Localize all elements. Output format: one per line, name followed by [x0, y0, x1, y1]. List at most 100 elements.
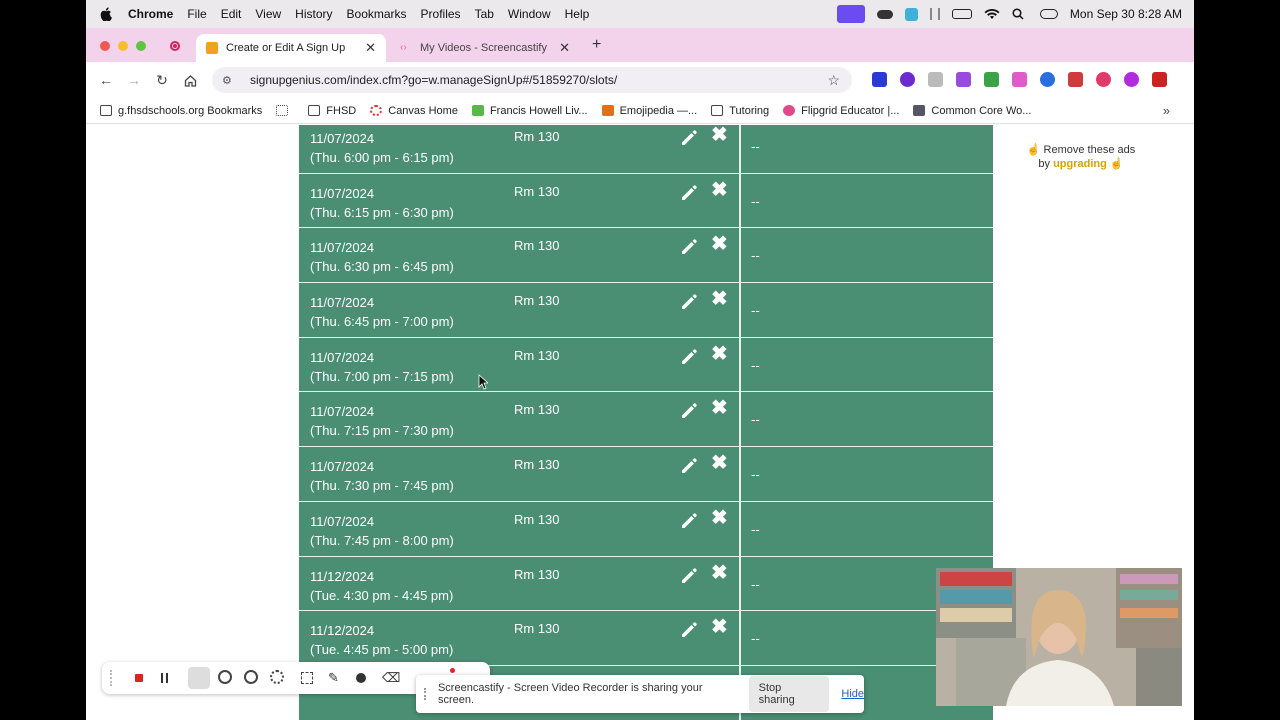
- extension-pen-icon[interactable]: [1068, 72, 1083, 87]
- edit-pencil-icon[interactable]: [679, 182, 699, 202]
- audio-levels-icon[interactable]: [929, 8, 940, 20]
- bookmark-flipgrid[interactable]: Flipgrid Educator |...: [783, 105, 899, 117]
- app-status-icon[interactable]: [904, 7, 918, 21]
- delete-x-icon[interactable]: ✖: [711, 289, 729, 309]
- menu-edit[interactable]: Edit: [221, 7, 242, 21]
- cursor-tool-icon[interactable]: [188, 667, 210, 689]
- pause-icon[interactable]: [161, 673, 168, 683]
- extension-target-icon[interactable]: [1040, 72, 1055, 87]
- tab-create-or-edit-signup[interactable]: Create or Edit A Sign Up ✕: [196, 34, 386, 62]
- new-tab-plus-icon[interactable]: +: [592, 36, 601, 54]
- bookmark-star-icon[interactable]: ☆: [827, 72, 840, 89]
- extension-c-icon[interactable]: [872, 72, 887, 87]
- search-icon[interactable]: [1012, 8, 1028, 20]
- focus-icon[interactable]: [270, 670, 284, 684]
- menu-bookmarks[interactable]: Bookmarks: [347, 7, 407, 21]
- edit-pencil-icon[interactable]: [679, 510, 699, 530]
- menubar-clock[interactable]: Mon Sep 30 8:28 AM: [1070, 7, 1182, 21]
- battery-icon[interactable]: [951, 9, 972, 19]
- delete-x-icon[interactable]: ✖: [711, 508, 729, 528]
- edit-pencil-icon[interactable]: [679, 455, 699, 475]
- slot-date: 11/12/2024: [310, 568, 375, 584]
- menu-app-name[interactable]: Chrome: [128, 7, 173, 21]
- edit-pencil-icon[interactable]: [679, 291, 699, 311]
- forward-arrow-icon[interactable]: →: [126, 72, 142, 88]
- crop-icon[interactable]: [301, 672, 313, 684]
- delete-x-icon[interactable]: ✖: [711, 453, 729, 473]
- edit-pencil-icon[interactable]: [679, 236, 699, 256]
- delete-x-icon[interactable]: ✖: [711, 180, 729, 200]
- window-minimize-icon[interactable]: [118, 41, 128, 51]
- cloud-icon[interactable]: [876, 9, 893, 19]
- edit-pencil-icon[interactable]: [679, 400, 699, 420]
- column-divider: [739, 125, 741, 173]
- edit-pencil-icon[interactable]: [679, 346, 699, 366]
- site-info-icon[interactable]: ⚙: [222, 73, 236, 87]
- menu-history[interactable]: History: [295, 7, 332, 21]
- extension-sheet-icon[interactable]: [984, 72, 999, 87]
- slot-datetime: 11/07/2024 (Thu. 7:00 pm - 7:15 pm): [310, 348, 454, 386]
- wifi-icon[interactable]: [984, 8, 1000, 20]
- delete-x-icon[interactable]: ✖: [711, 617, 729, 637]
- delete-x-icon[interactable]: ✖: [711, 344, 729, 364]
- extension-loop-icon[interactable]: [1096, 72, 1111, 87]
- close-tab-icon[interactable]: ✕: [365, 40, 376, 56]
- apple-icon[interactable]: [100, 7, 114, 21]
- edit-pencil-icon[interactable]: [679, 127, 699, 147]
- upgrade-link[interactable]: upgrading: [1053, 158, 1107, 170]
- apps-grid-icon[interactable]: [276, 105, 294, 116]
- extension-puzzle-icon[interactable]: [956, 72, 971, 87]
- drag-handle-icon[interactable]: [110, 670, 114, 686]
- window-zoom-icon[interactable]: [136, 41, 146, 51]
- reload-icon[interactable]: ↻: [154, 72, 170, 88]
- bookmark-fhsd[interactable]: FHSD: [308, 105, 356, 117]
- extension-badge-icon[interactable]: [1152, 72, 1167, 87]
- menu-help[interactable]: Help: [565, 7, 590, 21]
- menu-tab[interactable]: Tab: [475, 7, 494, 21]
- record-dot-icon[interactable]: [450, 668, 455, 673]
- edit-pencil-icon[interactable]: [679, 619, 699, 639]
- extension-screencastify-icon[interactable]: [1012, 72, 1027, 87]
- hide-link[interactable]: Hide: [841, 688, 864, 700]
- window-close-icon[interactable]: [100, 41, 110, 51]
- menu-view[interactable]: View: [255, 7, 281, 21]
- control-center-icon[interactable]: [1039, 9, 1058, 19]
- screencastify-status-icon[interactable]: [836, 5, 865, 23]
- recording-indicator-icon[interactable]: [170, 41, 180, 51]
- sticker-icon[interactable]: [356, 673, 366, 683]
- extension-kami-icon[interactable]: [1124, 72, 1139, 87]
- delete-x-icon[interactable]: ✖: [711, 563, 729, 583]
- bookmark-tutoring[interactable]: Tutoring: [711, 105, 769, 117]
- menu-file[interactable]: File: [187, 7, 206, 21]
- extension-k-icon[interactable]: [900, 72, 915, 87]
- bookmark-common-core[interactable]: Common Core Wo...: [913, 105, 1031, 117]
- bookmark-canvas-home[interactable]: Canvas Home: [370, 105, 458, 117]
- delete-x-icon[interactable]: ✖: [711, 125, 729, 145]
- menu-profiles[interactable]: Profiles: [421, 7, 461, 21]
- mouse-cursor-icon: [478, 374, 488, 390]
- more-bookmarks-chevron-icon[interactable]: »: [1163, 103, 1170, 118]
- menu-window[interactable]: Window: [508, 7, 551, 21]
- spotlight-icon[interactable]: [244, 670, 258, 684]
- address-bar[interactable]: ⚙ signupgenius.com/index.cfm?go=w.manage…: [212, 67, 852, 93]
- bookmark-francis-howell[interactable]: Francis Howell Liv...: [471, 105, 588, 117]
- extension-reader-icon[interactable]: [928, 72, 943, 87]
- home-icon[interactable]: [182, 72, 198, 88]
- click-highlight-icon[interactable]: [218, 670, 232, 684]
- back-arrow-icon[interactable]: ←: [98, 72, 114, 88]
- bookmark-fhsdschools[interactable]: g.fhsdschools.org Bookmarks: [100, 105, 262, 117]
- stop-record-icon[interactable]: [135, 674, 143, 682]
- eraser-icon[interactable]: ⌫: [382, 670, 400, 686]
- bookmark-emojipedia[interactable]: Emojipedia —...: [601, 105, 697, 117]
- pen-icon[interactable]: ✎: [328, 670, 344, 686]
- webcam-overlay[interactable]: [936, 568, 1182, 706]
- edit-pencil-icon[interactable]: [679, 565, 699, 585]
- stop-sharing-button[interactable]: Stop sharing: [748, 676, 830, 712]
- tab-my-videos[interactable]: ‹› My Videos - Screencastify ✕: [390, 34, 580, 62]
- delete-x-icon[interactable]: ✖: [711, 398, 729, 418]
- url-text[interactable]: signupgenius.com/index.cfm?go=w.manageSi…: [250, 73, 617, 87]
- close-tab-icon[interactable]: ✕: [559, 40, 570, 56]
- slots-table: 11/07/2024 (Thu. 6:00 pm - 6:15 pm) Rm 130…: [299, 125, 993, 720]
- drag-handle-icon[interactable]: [424, 688, 428, 700]
- delete-x-icon[interactable]: ✖: [711, 234, 729, 254]
